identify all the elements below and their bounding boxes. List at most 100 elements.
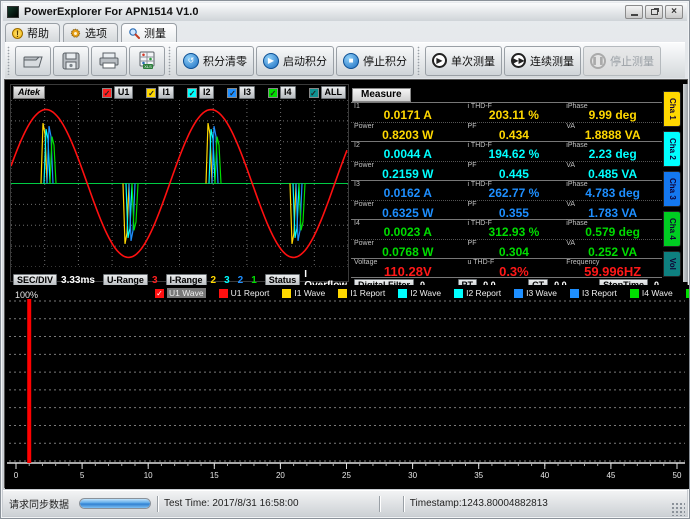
legend-swatch: [282, 289, 291, 298]
scope-toggle-label: ALL: [321, 86, 347, 99]
status-message: 请求同步数据: [3, 496, 75, 511]
legend-item-i4-report[interactable]: I4 Report: [686, 288, 690, 298]
warning-icon: !: [12, 28, 23, 39]
channel-tab-vol[interactable]: Vol: [663, 251, 681, 277]
measure-block-i2: I20.0044 Ai THD-F194.62 %iPhase2.23 degP…: [351, 141, 662, 180]
chart-legend: ✓U1 Wave U1 Report I1 Wave I1 Report I2 Wave…: [155, 288, 690, 298]
legend-item-i2-wave[interactable]: I2 Wave: [398, 288, 441, 298]
tab-measure[interactable]: 测量: [121, 23, 177, 42]
integration-stop-label: 停止积分: [363, 53, 407, 69]
legend-item-u1-report[interactable]: U1 Report: [219, 288, 270, 298]
legend-item-i1-report[interactable]: I1 Report: [338, 288, 385, 298]
legend-item-i1-wave[interactable]: I1 Wave: [282, 288, 325, 298]
measure-field-value: 0.485 VA: [563, 168, 662, 181]
tab-options[interactable]: 选项: [63, 23, 118, 42]
integration-reset-button[interactable]: ↺ 积分清零: [176, 46, 254, 76]
scope-toggle-i1[interactable]: ✓I1: [146, 86, 174, 99]
legend-item-u1-wave[interactable]: ✓U1 Wave: [155, 288, 206, 298]
uthdf-label: u THD-F: [468, 259, 495, 266]
measure-field-value: 0.445: [465, 168, 564, 181]
channel-tab-strip: Cha 1 Cha 2 Cha 3 Cha 4 Vol: [663, 84, 683, 282]
timestamp: Timestamp:1243.80004882813: [410, 498, 660, 509]
save-button[interactable]: [53, 46, 89, 76]
svg-text:10: 10: [144, 471, 153, 480]
toolbar-grip[interactable]: [417, 46, 422, 75]
legend-item-i3-report[interactable]: I3 Report: [570, 288, 617, 298]
measure-tab[interactable]: Measure: [352, 88, 411, 102]
integration-stop-button[interactable]: ■ 停止积分: [336, 46, 414, 76]
legend-item-i3-wave[interactable]: I3 Wave: [514, 288, 557, 298]
report-chart: 100% ✓U1 WaveU1 ReportI1 WaveI1 ReportI2…: [5, 285, 689, 489]
menu-tab-bar: ! 帮助 选项 测量: [5, 23, 685, 42]
legend-swatch: [219, 289, 228, 298]
legend-checkbox-icon: ✓: [155, 289, 164, 298]
secdiv-value: 3.33ms: [61, 275, 95, 286]
restore-button[interactable]: [645, 5, 663, 19]
measure-field-label: iPhase: [566, 103, 587, 110]
open-button[interactable]: [15, 46, 51, 76]
measure-field-label: Power: [354, 123, 374, 130]
toolbar-grip[interactable]: [168, 46, 173, 75]
play-outline-icon: ▶: [432, 53, 447, 68]
svg-text:50: 50: [673, 471, 682, 480]
channel-tab-cha-1[interactable]: Cha 1: [663, 91, 681, 127]
continuous-measure-button[interactable]: ▶▶ 连续测量: [504, 46, 581, 76]
reset-icon: ↺: [183, 53, 199, 69]
restore-icon: [651, 9, 658, 15]
legend-label: U1 Report: [231, 288, 270, 298]
legend-label: I4 Wave: [642, 288, 673, 298]
window-title: PowerExplorer For APN1514 V1.0: [24, 6, 623, 18]
tab-help[interactable]: ! 帮助: [5, 23, 60, 42]
measure-field-label: iPhase: [566, 220, 587, 227]
scope-toggle-label: U1: [114, 86, 134, 99]
legend-swatch: [686, 289, 690, 298]
integration-start-label: 启动积分: [283, 53, 327, 69]
measure-field-value: 0.355: [465, 207, 564, 220]
pause-icon: ❚❚: [590, 53, 606, 69]
measure-scrollbar[interactable]: [683, 84, 688, 282]
legend-label: I2 Wave: [410, 288, 441, 298]
legend-label: I1 Report: [350, 288, 385, 298]
measure-field-label: Power: [354, 162, 374, 169]
irange-digit: 3: [224, 275, 230, 286]
irange-digit: 1: [251, 275, 257, 286]
scope-header: Aitek ✓U1✓I1✓I2✓I3✓I4✓ALL: [11, 85, 348, 100]
export-xls-button[interactable]: XLS: [129, 46, 165, 76]
channel-tab-cha-3[interactable]: Cha 3: [663, 171, 681, 207]
toolbar-grip[interactable]: [7, 46, 12, 75]
report-chart-plot: 05101520253035404550: [5, 285, 689, 489]
legend-item-i2-report[interactable]: I2 Report: [454, 288, 501, 298]
resize-grip[interactable]: [671, 502, 685, 516]
scope-toggle-u1[interactable]: ✓U1: [102, 86, 134, 99]
print-button[interactable]: [91, 46, 127, 76]
main-toolbar: XLS ↺ 积分清零 ▶ 启动积分 ■ 停止积分 ▶ 单次测量 ▶▶ 连续测量 …: [5, 42, 685, 78]
single-measure-button[interactable]: ▶ 单次测量: [425, 46, 502, 76]
measure-field-label: iPhase: [566, 181, 587, 188]
integration-start-button[interactable]: ▶ 启动积分: [256, 46, 334, 76]
legend-label: I2 Report: [466, 288, 501, 298]
tab-measure-label: 测量: [144, 25, 166, 41]
scope-toggle-all[interactable]: ✓ALL: [309, 86, 347, 99]
status-bar: 请求同步数据 Test Time: 2017/8/31 16:58:00 Tim…: [3, 490, 687, 516]
measure-field-value: 0.579 deg: [563, 226, 662, 239]
title-bar[interactable]: PowerExplorer For APN1514 V1.0 ×: [3, 3, 687, 21]
stop-icon: ■: [343, 53, 359, 69]
legend-swatch: [514, 289, 523, 298]
scope-toggle-i2[interactable]: ✓I2: [187, 86, 215, 99]
svg-text:15: 15: [210, 471, 219, 480]
checkbox-icon: ✓: [146, 88, 156, 98]
close-button[interactable]: ×: [665, 5, 683, 19]
checkbox-icon: ✓: [268, 88, 278, 98]
minimize-button[interactable]: [625, 5, 643, 19]
export-xls-icon: XLS: [138, 51, 156, 70]
legend-label: I3 Wave: [526, 288, 557, 298]
legend-item-i4-wave[interactable]: I4 Wave: [630, 288, 673, 298]
channel-tab-cha-2[interactable]: Cha 2: [663, 131, 681, 167]
uthdf-value: 0.3%: [465, 265, 564, 278]
channel-tab-cha-4[interactable]: Cha 4: [663, 211, 681, 247]
measure-field-value: 0.0171 A: [351, 109, 465, 122]
legend-swatch: [570, 289, 579, 298]
scope-toggle-i3[interactable]: ✓I3: [227, 86, 255, 99]
measure-field-value: 4.783 deg: [563, 187, 662, 200]
scope-toggle-i4[interactable]: ✓I4: [268, 86, 296, 99]
